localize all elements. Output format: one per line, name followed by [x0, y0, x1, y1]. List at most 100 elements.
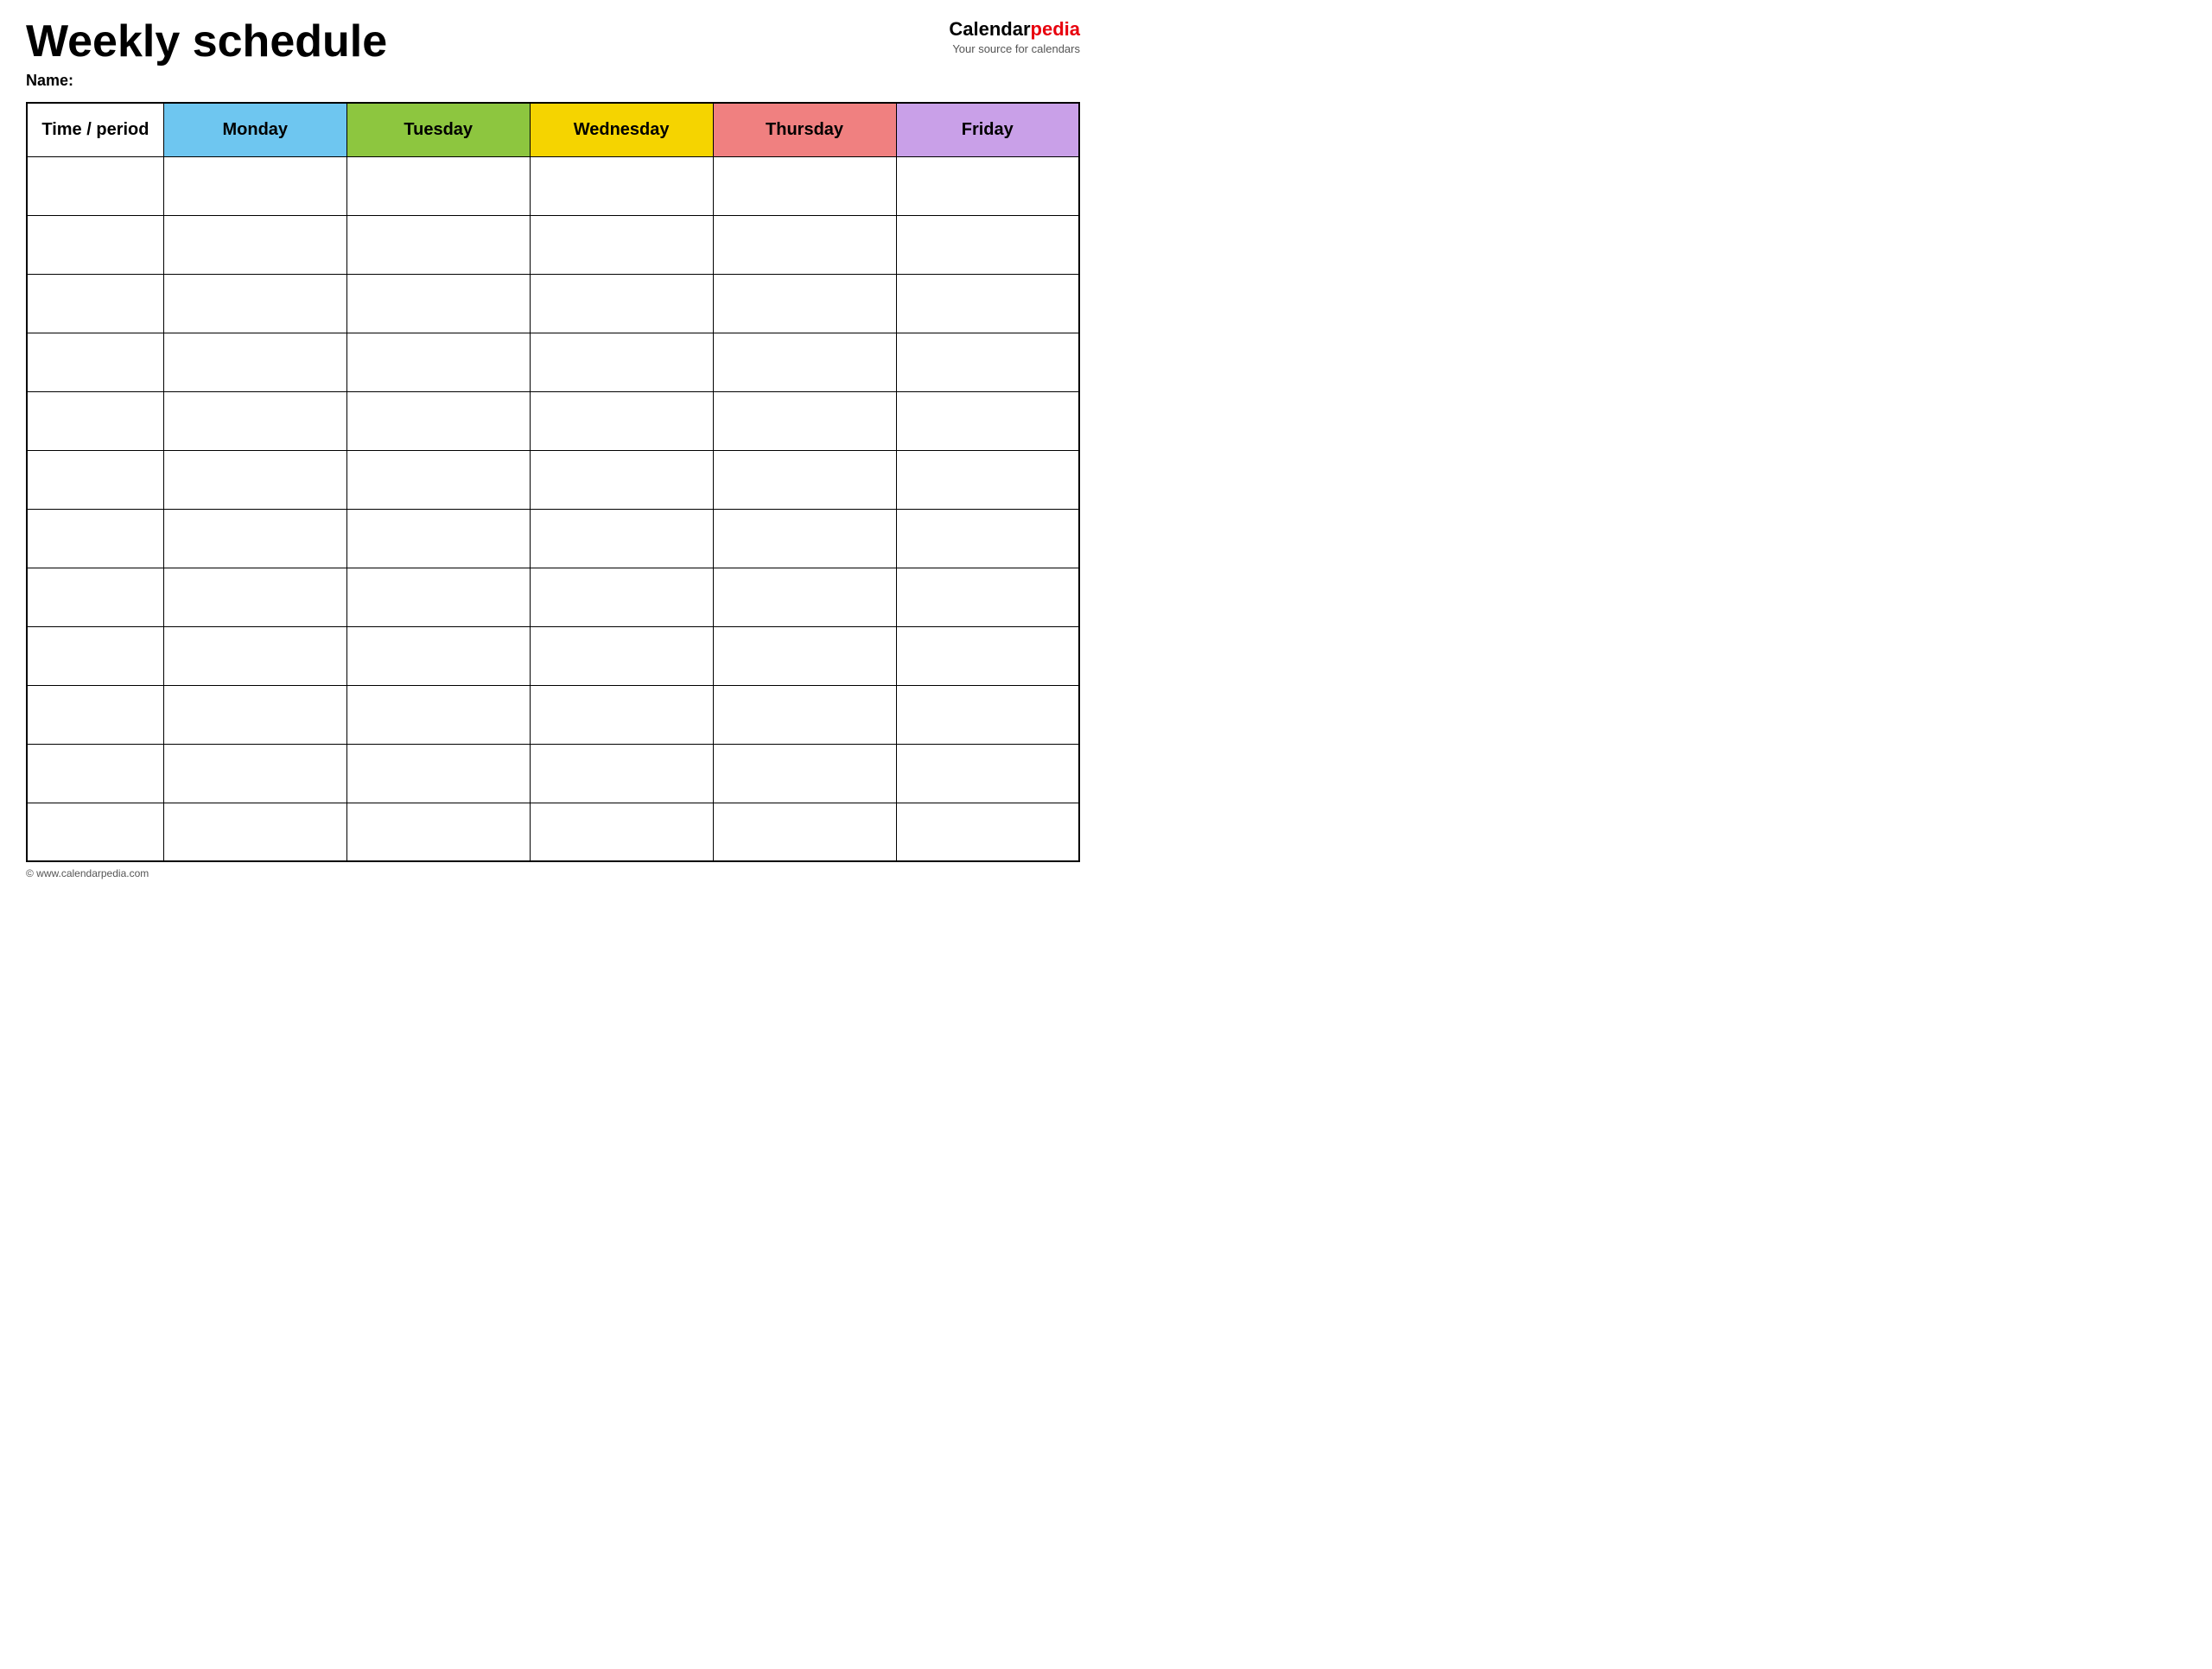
title-area: Weekly schedule Name:: [26, 17, 949, 90]
footer-url: © www.calendarpedia.com: [26, 867, 1080, 879]
table-row: [27, 391, 1079, 450]
table-cell[interactable]: [27, 450, 163, 509]
table-cell[interactable]: [713, 509, 896, 568]
table-row: [27, 215, 1079, 274]
table-row: [27, 744, 1079, 803]
table-cell[interactable]: [713, 450, 896, 509]
table-cell[interactable]: [713, 685, 896, 744]
table-cell[interactable]: [530, 509, 713, 568]
logo-calendar-text: Calendar: [949, 18, 1030, 40]
table-row: [27, 509, 1079, 568]
schedule-table: Time / period Monday Tuesday Wednesday T…: [26, 102, 1080, 862]
table-cell[interactable]: [346, 156, 530, 215]
table-cell[interactable]: [346, 568, 530, 626]
table-cell[interactable]: [346, 391, 530, 450]
table-cell[interactable]: [896, 450, 1079, 509]
table-cell[interactable]: [27, 333, 163, 391]
table-cell[interactable]: [346, 803, 530, 861]
table-cell[interactable]: [163, 803, 346, 861]
table-cell[interactable]: [346, 215, 530, 274]
table-cell[interactable]: [27, 626, 163, 685]
table-cell[interactable]: [27, 215, 163, 274]
table-cell[interactable]: [896, 744, 1079, 803]
table-cell[interactable]: [163, 333, 346, 391]
logo-text: Calendarpedia: [949, 17, 1080, 42]
header-section: Weekly schedule Name: Calendarpedia Your…: [26, 17, 1080, 90]
table-cell[interactable]: [530, 333, 713, 391]
table-cell[interactable]: [27, 685, 163, 744]
table-cell[interactable]: [896, 509, 1079, 568]
table-cell[interactable]: [713, 803, 896, 861]
table-row: [27, 803, 1079, 861]
table-cell[interactable]: [346, 626, 530, 685]
table-cell[interactable]: [896, 333, 1079, 391]
table-cell[interactable]: [346, 274, 530, 333]
table-cell[interactable]: [163, 509, 346, 568]
table-cell[interactable]: [163, 685, 346, 744]
page-title: Weekly schedule: [26, 17, 949, 67]
table-cell[interactable]: [896, 626, 1079, 685]
table-cell[interactable]: [713, 744, 896, 803]
table-cell[interactable]: [896, 156, 1079, 215]
table-cell[interactable]: [530, 450, 713, 509]
table-cell[interactable]: [163, 568, 346, 626]
table-cell[interactable]: [27, 744, 163, 803]
table-row: [27, 274, 1079, 333]
table-cell[interactable]: [713, 391, 896, 450]
table-cell[interactable]: [713, 626, 896, 685]
table-cell[interactable]: [530, 685, 713, 744]
table-cell[interactable]: [163, 744, 346, 803]
table-cell[interactable]: [27, 274, 163, 333]
col-header-monday: Monday: [163, 103, 346, 156]
table-cell[interactable]: [713, 568, 896, 626]
table-cell[interactable]: [713, 156, 896, 215]
table-cell[interactable]: [27, 509, 163, 568]
logo-area: Calendarpedia Your source for calendars: [949, 17, 1080, 56]
table-cell[interactable]: [530, 391, 713, 450]
table-cell[interactable]: [896, 685, 1079, 744]
table-cell[interactable]: [530, 626, 713, 685]
table-cell[interactable]: [27, 391, 163, 450]
table-cell[interactable]: [163, 626, 346, 685]
col-header-wednesday: Wednesday: [530, 103, 713, 156]
col-header-tuesday: Tuesday: [346, 103, 530, 156]
table-row: [27, 626, 1079, 685]
table-cell[interactable]: [346, 333, 530, 391]
table-row: [27, 685, 1079, 744]
table-cell[interactable]: [346, 685, 530, 744]
table-cell[interactable]: [530, 156, 713, 215]
table-cell[interactable]: [713, 274, 896, 333]
table-cell[interactable]: [896, 215, 1079, 274]
table-cell[interactable]: [163, 274, 346, 333]
table-row: [27, 450, 1079, 509]
table-cell[interactable]: [530, 568, 713, 626]
table-cell[interactable]: [896, 803, 1079, 861]
table-cell[interactable]: [896, 274, 1079, 333]
table-cell[interactable]: [896, 568, 1079, 626]
logo-tagline: Your source for calendars: [949, 42, 1080, 57]
name-label: Name:: [26, 72, 949, 90]
table-cell[interactable]: [27, 156, 163, 215]
table-cell[interactable]: [163, 215, 346, 274]
table-cell[interactable]: [346, 744, 530, 803]
header-row: Time / period Monday Tuesday Wednesday T…: [27, 103, 1079, 156]
table-cell[interactable]: [27, 568, 163, 626]
table-cell[interactable]: [163, 391, 346, 450]
col-header-friday: Friday: [896, 103, 1079, 156]
table-cell[interactable]: [530, 803, 713, 861]
table-cell[interactable]: [346, 509, 530, 568]
table-cell[interactable]: [530, 274, 713, 333]
table-cell[interactable]: [896, 391, 1079, 450]
table-cell[interactable]: [163, 156, 346, 215]
table-row: [27, 156, 1079, 215]
col-header-thursday: Thursday: [713, 103, 896, 156]
table-cell[interactable]: [713, 215, 896, 274]
table-cell[interactable]: [530, 744, 713, 803]
table-row: [27, 333, 1079, 391]
table-cell[interactable]: [163, 450, 346, 509]
table-cell[interactable]: [713, 333, 896, 391]
col-header-time: Time / period: [27, 103, 163, 156]
table-cell[interactable]: [346, 450, 530, 509]
table-cell[interactable]: [530, 215, 713, 274]
table-cell[interactable]: [27, 803, 163, 861]
